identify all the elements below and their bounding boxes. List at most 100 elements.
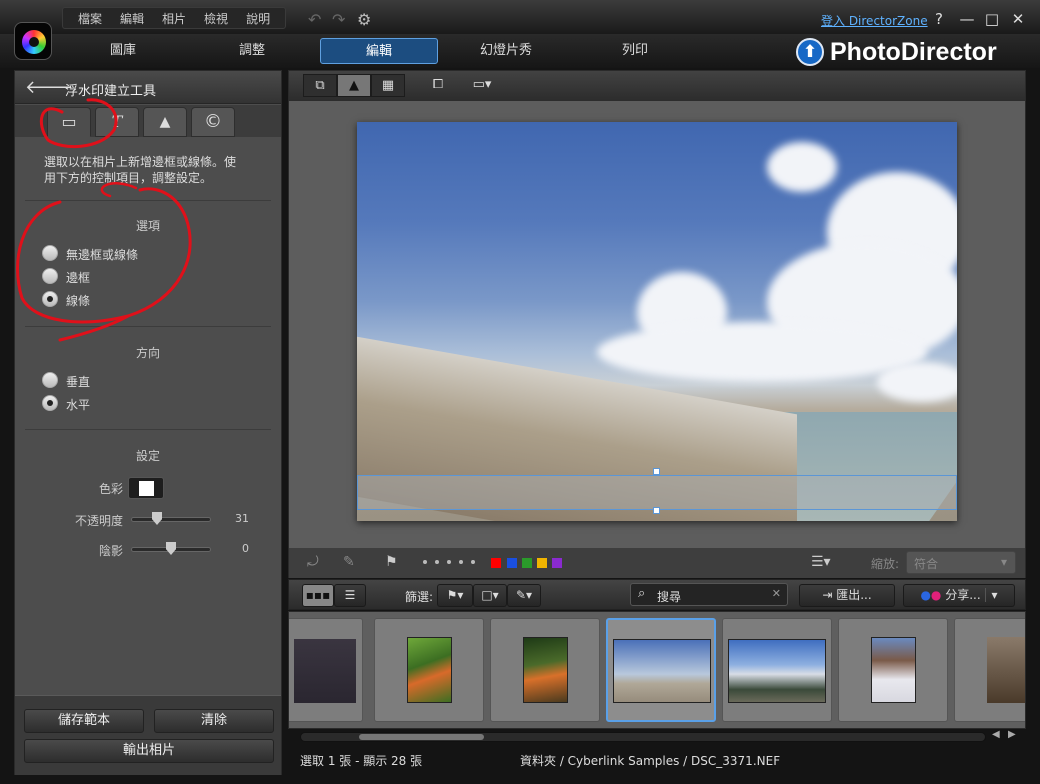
main-photo[interactable] bbox=[357, 122, 957, 521]
sort-menu-icon[interactable]: ☰▾ bbox=[811, 554, 831, 570]
app-logo-icon bbox=[14, 22, 52, 60]
rectangle-icon: ▭ bbox=[61, 112, 77, 131]
export-button[interactable]: ⇥ 匯出... bbox=[799, 584, 895, 607]
tab-copyright[interactable]: © bbox=[191, 107, 235, 137]
search-icon: ⌕ bbox=[638, 586, 646, 601]
color-label-green[interactable] bbox=[522, 558, 532, 568]
rating-star[interactable] bbox=[447, 560, 451, 564]
rating-star[interactable] bbox=[423, 560, 427, 564]
color-picker-button[interactable] bbox=[128, 477, 164, 499]
radio-vertical[interactable] bbox=[42, 372, 58, 388]
thumbnail[interactable] bbox=[289, 618, 363, 722]
flag-icon[interactable]: ⚑ bbox=[385, 554, 398, 570]
shadow-slider[interactable] bbox=[131, 542, 211, 555]
display-button[interactable]: ▭▾ bbox=[465, 74, 499, 97]
brush-icon[interactable]: ✎ bbox=[343, 554, 355, 570]
zoom-value: 符合 bbox=[914, 557, 939, 571]
filmstrip-scrollbar[interactable] bbox=[300, 732, 986, 742]
menu-view[interactable]: 檢視 bbox=[195, 10, 237, 27]
tab-slideshow[interactable]: 幻燈片秀 bbox=[466, 38, 546, 64]
description-line-1: 選取以在相片上新增邊框或線條。使 bbox=[44, 155, 237, 169]
tab-border-line[interactable]: ▭ bbox=[47, 107, 91, 137]
view-single-button[interactable]: ▲ bbox=[337, 74, 371, 97]
filter-label-button[interactable]: □▾ bbox=[473, 584, 507, 607]
watermark-panel: 🡐 浮水印建立工具 ▭ T ▲ © 選取以在相片上新增邊框或線條。使 用下方的控… bbox=[14, 70, 282, 775]
thumbnail[interactable] bbox=[490, 618, 600, 722]
list-view-button[interactable]: ☰ bbox=[334, 584, 366, 607]
undo-icon[interactable]: ↶ bbox=[308, 10, 321, 29]
rating-star[interactable] bbox=[435, 560, 439, 564]
radio-line[interactable] bbox=[42, 291, 58, 307]
view-grid-button[interactable]: ▦ bbox=[371, 74, 405, 97]
opacity-slider-thumb[interactable] bbox=[152, 512, 162, 525]
thumbnail[interactable] bbox=[374, 618, 484, 722]
options-header: 選項 bbox=[135, 219, 160, 233]
close-button[interactable]: ✕ bbox=[1009, 10, 1027, 28]
color-label-red[interactable] bbox=[491, 558, 501, 568]
clear-button[interactable]: 清除 bbox=[154, 709, 274, 733]
cloud bbox=[597, 322, 927, 382]
rating-star[interactable] bbox=[459, 560, 463, 564]
scroll-left-icon[interactable]: ◀ bbox=[992, 729, 1000, 740]
thumbnail[interactable] bbox=[954, 618, 1025, 722]
title-bar: 檔案 編輯 相片 檢視 說明 ↶ ↷ ⚙ 登入 DirectorZone ? —… bbox=[0, 0, 1040, 34]
help-button[interactable]: ? bbox=[930, 10, 948, 28]
gear-icon[interactable]: ⚙ bbox=[357, 10, 371, 29]
tab-image[interactable]: ▲ bbox=[143, 107, 187, 137]
maximize-button[interactable]: □ bbox=[983, 10, 1001, 28]
view-compare-button[interactable]: ⧉ bbox=[303, 74, 337, 97]
radio-no-border[interactable] bbox=[42, 245, 58, 261]
menu-help[interactable]: 說明 bbox=[237, 10, 279, 27]
zoom-select[interactable]: 符合 ▾ bbox=[906, 551, 1016, 574]
tab-text[interactable]: T bbox=[95, 107, 139, 137]
color-label-yellow[interactable] bbox=[537, 558, 547, 568]
share-button[interactable]: ●● 分享... ▾ bbox=[903, 584, 1015, 607]
monitor-icon: ▭▾ bbox=[472, 77, 492, 92]
radio-label-vertical: 垂直 bbox=[66, 375, 91, 389]
brand-name: PhotoDirector bbox=[830, 37, 997, 66]
direction-header: 方向 bbox=[135, 346, 160, 360]
export-photo-button[interactable]: 輸出相片 bbox=[24, 739, 274, 763]
color-label-purple[interactable] bbox=[552, 558, 562, 568]
save-template-button[interactable]: 儲存範本 bbox=[24, 709, 144, 733]
tab-print[interactable]: 列印 bbox=[610, 38, 660, 64]
minimize-button[interactable]: — bbox=[958, 10, 976, 28]
scroll-right-icon[interactable]: ▶ bbox=[1008, 729, 1016, 740]
rating-star[interactable] bbox=[471, 560, 475, 564]
opacity-slider[interactable] bbox=[131, 512, 211, 525]
clear-search-icon[interactable]: ✕ bbox=[772, 587, 781, 600]
login-link[interactable]: 登入 DirectorZone bbox=[821, 12, 928, 29]
search-input[interactable]: ⌕ 搜尋 ✕ bbox=[630, 583, 788, 606]
flag-filter-icon: ⚑▾ bbox=[446, 588, 464, 602]
filter-edit-button[interactable]: ✎▾ bbox=[507, 584, 541, 607]
menu-edit[interactable]: 編輯 bbox=[111, 10, 153, 27]
thumbnail-view-button[interactable]: ▪▪▪ bbox=[302, 584, 334, 607]
list-view-icon: ☰ bbox=[344, 588, 356, 602]
tab-edit[interactable]: 編輯 bbox=[320, 38, 438, 64]
panel-footer: 儲存範本 清除 輸出相片 bbox=[15, 695, 281, 775]
opacity-label: 不透明度 bbox=[74, 514, 123, 528]
resize-handle-bottom[interactable] bbox=[653, 507, 660, 514]
menu-bar: 檔案 編輯 相片 檢視 說明 bbox=[62, 7, 287, 29]
thumbnail[interactable] bbox=[838, 618, 948, 722]
scrollbar-thumb[interactable] bbox=[359, 734, 484, 740]
thumbnail-selected[interactable] bbox=[606, 618, 716, 722]
filter-flag-button[interactable]: ⚑▾ bbox=[437, 584, 473, 607]
resize-handle-top[interactable] bbox=[653, 468, 660, 475]
color-label-blue[interactable] bbox=[507, 558, 517, 568]
redo-icon[interactable]: ↷ bbox=[332, 10, 345, 29]
rotate-icon[interactable]: ⤾ bbox=[307, 554, 319, 570]
thumbnail-image bbox=[871, 637, 916, 703]
watermark-line-band[interactable] bbox=[357, 475, 957, 510]
tab-library[interactable]: 圖庫 bbox=[95, 38, 151, 64]
chevron-down-icon[interactable]: ▾ bbox=[984, 588, 998, 602]
radio-horizontal[interactable] bbox=[42, 395, 58, 411]
fit-screen-button[interactable]: ⧠ bbox=[423, 74, 453, 97]
shadow-slider-thumb[interactable] bbox=[166, 542, 176, 555]
tab-adjust[interactable]: 調整 bbox=[222, 38, 282, 64]
menu-file[interactable]: 檔案 bbox=[69, 10, 111, 27]
thumbnail[interactable] bbox=[722, 618, 832, 722]
radio-border[interactable] bbox=[42, 268, 58, 284]
export-icon: ⇥ bbox=[822, 588, 833, 602]
menu-photo[interactable]: 相片 bbox=[153, 10, 195, 27]
